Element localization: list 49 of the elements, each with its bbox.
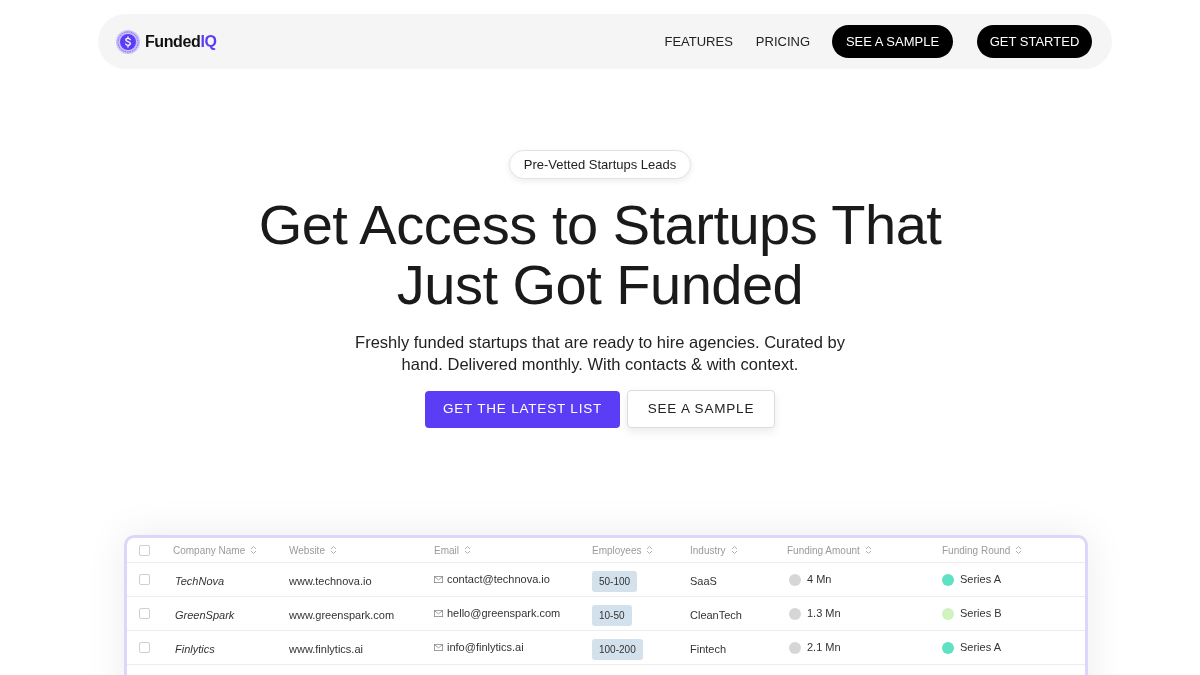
get-latest-list-button[interactable]: GET THE LATEST LIST bbox=[425, 390, 620, 428]
table-cell: CleanTech bbox=[690, 608, 742, 621]
hero-subtitle: Freshly funded startups that are ready to hire agencies. Curated by hand. Delivered monthly. With contacts & with context. bbox=[354, 332, 846, 375]
table-cell-text: info@finlytics.ai bbox=[447, 640, 524, 656]
mail-icon bbox=[434, 576, 443, 583]
table-cell-text: Series A bbox=[960, 640, 1001, 656]
sort-icon bbox=[864, 545, 872, 555]
nav-link[interactable]: FEATURES bbox=[664, 31, 733, 52]
employee-count-tag: 100-200 bbox=[592, 638, 643, 660]
table-cell-text: hello@greenspark.com bbox=[447, 606, 561, 622]
employee-count-tag: 10-50 bbox=[592, 604, 632, 626]
sort-icon bbox=[250, 545, 258, 555]
checkbox[interactable] bbox=[139, 574, 150, 585]
sort-icon bbox=[329, 545, 337, 555]
checkbox[interactable] bbox=[139, 642, 150, 653]
table-cell: SaaS bbox=[690, 574, 717, 587]
status-dot-icon bbox=[789, 641, 801, 654]
sort-icon bbox=[646, 545, 654, 555]
mail-icon bbox=[434, 610, 443, 617]
logo-wordmark[interactable]: FundedIQ bbox=[145, 29, 217, 54]
table-cell-text: contact@technova.io bbox=[447, 572, 550, 588]
see-sample-button[interactable]: SEE A SAMPLE bbox=[832, 25, 953, 58]
table-cell: GreenSpark bbox=[175, 608, 235, 621]
get-started-button[interactable]: GET STARTED bbox=[977, 25, 1092, 58]
table-cell: www.greenspark.com bbox=[289, 608, 395, 621]
dollar-coin-icon bbox=[116, 29, 140, 54]
table-cell: www.finlytics.ai bbox=[289, 642, 363, 655]
nav-link[interactable]: PRICING bbox=[755, 31, 810, 52]
table-cell-text: 2.1 Mn bbox=[807, 640, 841, 656]
hero-badge: Pre-Vetted Startups Leads bbox=[508, 150, 692, 179]
mail-icon bbox=[434, 644, 443, 651]
checkbox[interactable] bbox=[139, 544, 150, 556]
hero-heading: Get Access to Startups That Just Got Funded bbox=[257, 195, 943, 315]
table-cell: Fintech bbox=[690, 642, 727, 655]
table-cell: www.technova.io bbox=[289, 574, 372, 587]
table-cell-text: 1.3 Mn bbox=[807, 606, 841, 622]
table-cell-text: 4 Mn bbox=[807, 572, 832, 588]
employee-count-tag: 50-100 bbox=[592, 570, 638, 592]
status-dot-icon bbox=[789, 607, 801, 620]
status-dot-icon bbox=[789, 573, 801, 586]
see-sample-button[interactable]: SEE A SAMPLE bbox=[627, 390, 775, 428]
sort-icon bbox=[464, 545, 471, 555]
table-cell: TechNova bbox=[175, 574, 225, 587]
table-cell-text: Series B bbox=[960, 606, 1002, 622]
table-cell: Finlytics bbox=[175, 642, 215, 655]
sort-icon bbox=[1015, 545, 1023, 555]
table-cell-text: Series A bbox=[960, 572, 1001, 588]
checkbox[interactable] bbox=[139, 608, 150, 619]
sort-icon bbox=[730, 545, 738, 555]
